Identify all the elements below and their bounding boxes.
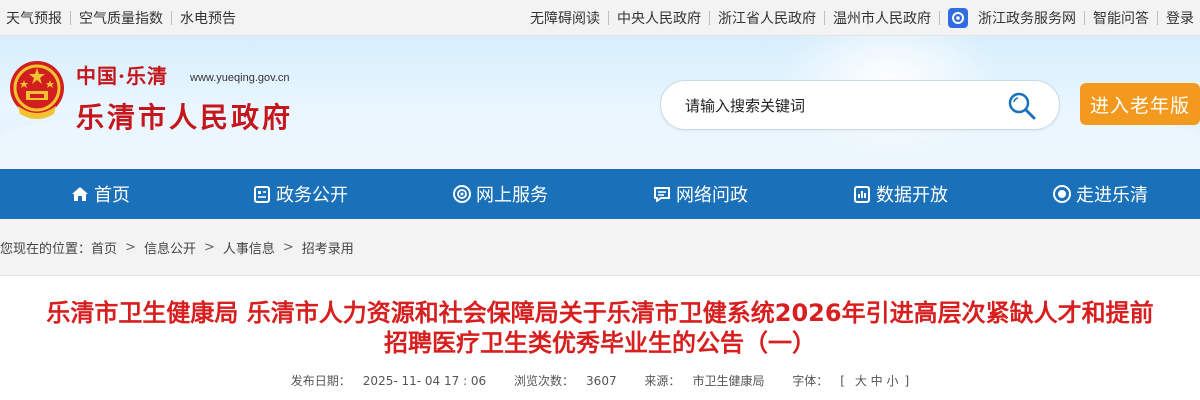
divider bbox=[608, 11, 609, 25]
nav-item-label: 网络问政 bbox=[676, 185, 748, 206]
divider bbox=[709, 11, 710, 25]
divider bbox=[1084, 11, 1085, 25]
breadcrumb-personnel[interactable]: 人事信息 bbox=[223, 238, 275, 257]
zwfw-icon bbox=[948, 8, 968, 28]
view-count-label: 浏览次数： bbox=[514, 374, 575, 388]
central-gov-link[interactable]: 中央人民政府 bbox=[617, 8, 701, 28]
source: 来源： 市卫生健康局 bbox=[638, 374, 770, 388]
site-header: 中国·乐清 www.yueqing.gov.cn 乐清市人民政府 进入老年版 bbox=[0, 36, 1200, 169]
search-icon[interactable] bbox=[1007, 91, 1037, 121]
smart-qa-link[interactable]: 智能问答 bbox=[1093, 8, 1149, 28]
document-icon bbox=[254, 186, 270, 203]
article-panel: 乐清市卫生健康局 乐清市人力资源和社会保障局关于乐清市卫健系统2026年引进高层… bbox=[0, 275, 1200, 400]
view-count-value: 3607 bbox=[586, 374, 617, 388]
source-label: 来源： bbox=[644, 374, 681, 388]
publish-date-value: 2025- 11- 04 17 : 06 bbox=[362, 374, 487, 388]
publish-date: 发布日期： 2025- 11- 04 17 : 06 bbox=[285, 374, 492, 388]
divider bbox=[171, 11, 172, 25]
font-small-button[interactable]: 小 bbox=[887, 374, 899, 388]
top-bar: 天气预报 空气质量指数 水电预告 无障碍阅读 中央人民政府 浙江省人民政府 温州… bbox=[0, 0, 1200, 36]
search-input[interactable] bbox=[685, 93, 985, 119]
air-quality-link[interactable]: 空气质量指数 bbox=[79, 8, 163, 28]
wenzhou-gov-link[interactable]: 温州市人民政府 bbox=[833, 8, 931, 28]
home-icon bbox=[72, 187, 88, 201]
service-icon bbox=[453, 185, 471, 203]
zhejiang-gov-link[interactable]: 浙江省人民政府 bbox=[718, 8, 816, 28]
font-medium-button[interactable]: 中 bbox=[871, 374, 883, 388]
nav-item-label: 数据开放 bbox=[876, 185, 948, 206]
accessibility-link[interactable]: 无障碍阅读 bbox=[530, 8, 600, 28]
top-bar-right: 无障碍阅读 中央人民政府 浙江省人民政府 温州市人民政府 浙江政务服务网 智能问… bbox=[530, 0, 1194, 36]
breadcrumb-info-public[interactable]: 信息公开 bbox=[144, 238, 196, 257]
weather-link[interactable]: 天气预报 bbox=[6, 8, 62, 28]
publish-date-label: 发布日期： bbox=[290, 374, 351, 388]
bracket: [ bbox=[840, 374, 845, 388]
national-emblem-icon[interactable] bbox=[8, 58, 66, 122]
nav-item-open-data[interactable]: 数据开放 bbox=[800, 169, 1000, 219]
breadcrumb-home[interactable]: 首页 bbox=[91, 238, 117, 257]
breadcrumb-separator: > bbox=[203, 239, 215, 255]
source-value: 市卫生健康局 bbox=[692, 374, 765, 388]
top-bar-left: 天气预报 空气质量指数 水电预告 bbox=[6, 0, 236, 36]
search-box bbox=[660, 80, 1060, 130]
divider bbox=[1157, 11, 1158, 25]
site-title[interactable]: 乐清市人民政府 bbox=[76, 96, 293, 136]
elder-version-button[interactable]: 进入老年版 bbox=[1080, 83, 1200, 125]
main-nav: 首页 政务公开 网上服务 网络问政 数据开放 走进乐清 bbox=[0, 169, 1200, 219]
chat-icon bbox=[654, 187, 670, 202]
article-title: 乐清市卫生健康局 乐清市人力资源和社会保障局关于乐清市卫健系统2026年引进高层… bbox=[46, 299, 1154, 357]
font-large-button[interactable]: 大 bbox=[855, 374, 867, 388]
data-icon bbox=[854, 186, 870, 203]
nav-item-label: 首页 bbox=[94, 185, 130, 206]
breadcrumb-prefix: 您现在的位置： bbox=[0, 241, 92, 257]
divider bbox=[824, 11, 825, 25]
breadcrumb: 您现在的位置： 首页 > 信息公开 > 人事信息 > 招考录用 bbox=[0, 219, 1200, 275]
nav-item-label: 政务公开 bbox=[276, 185, 348, 206]
utility-notice-link[interactable]: 水电预告 bbox=[180, 8, 236, 28]
nav-item-about-yueqing[interactable]: 走进乐清 bbox=[1000, 169, 1200, 219]
nav-item-online-inquiry[interactable]: 网络问政 bbox=[600, 169, 800, 219]
nav-item-gov-affairs[interactable]: 政务公开 bbox=[200, 169, 400, 219]
nav-item-online-service[interactable]: 网上服务 bbox=[400, 169, 600, 219]
nav-item-home[interactable]: 首页 bbox=[0, 169, 200, 219]
breadcrumb-recruitment[interactable]: 招考录用 bbox=[302, 238, 354, 257]
view-count: 浏览次数： 3607 bbox=[508, 374, 623, 388]
font-size-control: 字体： [ 大 中 小] bbox=[786, 374, 915, 388]
divider bbox=[70, 11, 71, 25]
zwfw-link[interactable]: 浙江政务服务网 bbox=[978, 8, 1076, 28]
article-meta: 发布日期： 2025- 11- 04 17 : 06 浏览次数： 3607 来源： 市… bbox=[0, 372, 1200, 389]
nav-item-label: 走进乐清 bbox=[1076, 185, 1148, 206]
nav-item-label: 网上服务 bbox=[476, 185, 548, 206]
logo-china-yueqing: 中国·乐清 bbox=[76, 64, 168, 88]
eye-icon bbox=[1053, 185, 1071, 203]
logo-url: www.yueqing.gov.cn bbox=[190, 72, 290, 84]
font-size-label: 字体： bbox=[792, 374, 829, 388]
bracket: ] bbox=[904, 374, 910, 388]
divider bbox=[939, 11, 940, 25]
login-link[interactable]: 登录 bbox=[1166, 8, 1194, 28]
breadcrumb-separator: > bbox=[282, 239, 294, 255]
breadcrumb-separator: > bbox=[125, 239, 136, 255]
